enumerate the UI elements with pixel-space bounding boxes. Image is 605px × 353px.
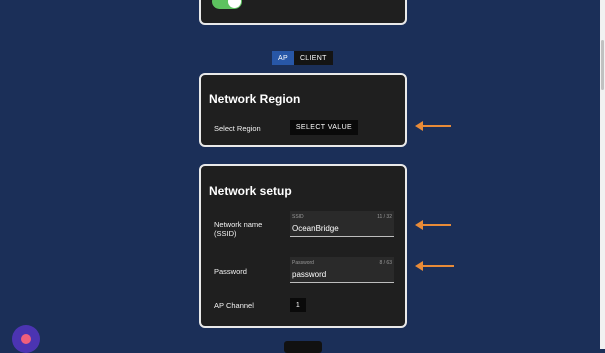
ssid-label: Network name (SSID) [214,220,263,238]
enable-toggle[interactable] [212,0,242,9]
page-scrollbar[interactable] [600,0,605,349]
fab-dot-icon [21,334,31,344]
network-region-card: Network Region Select Region SELECT VALU… [199,73,407,147]
ap-channel-label: AP Channel [214,301,254,310]
client-mode-button[interactable]: CLIENT [293,51,333,65]
ap-channel-select[interactable]: 1 [290,298,306,312]
password-label: Password [214,267,247,276]
toggle-knob [228,0,241,8]
ssid-counter: 11 / 32 [377,214,392,220]
select-region-label: Select Region [214,124,261,133]
password-placeholder: Password [292,260,314,266]
ap-mode-button[interactable]: AP [272,51,294,65]
ssid-placeholder: SSID [292,214,304,220]
ssid-field[interactable]: SSID 11 / 32 OceanBridge [290,211,394,237]
password-field[interactable]: Password 8 / 63 password [290,257,394,283]
scrollbar-thumb[interactable] [601,40,604,90]
mode-segmented-control: AP CLIENT [272,51,333,65]
ssid-value: OceanBridge [292,224,339,233]
password-counter: 8 / 63 [379,260,392,266]
setup-card-title: Network setup [209,184,292,198]
region-card-title: Network Region [209,92,301,106]
network-setup-card: Network setup Network name (SSID) SSID 1… [199,164,407,328]
top-settings-card [199,0,407,25]
annotation-arrow-icon [415,261,454,271]
annotation-arrow-icon [415,220,451,230]
annotation-arrow-icon [415,121,451,131]
select-region-button[interactable]: SELECT VALUE [290,120,358,135]
password-value: password [292,270,327,279]
bottom-button[interactable] [284,341,322,353]
